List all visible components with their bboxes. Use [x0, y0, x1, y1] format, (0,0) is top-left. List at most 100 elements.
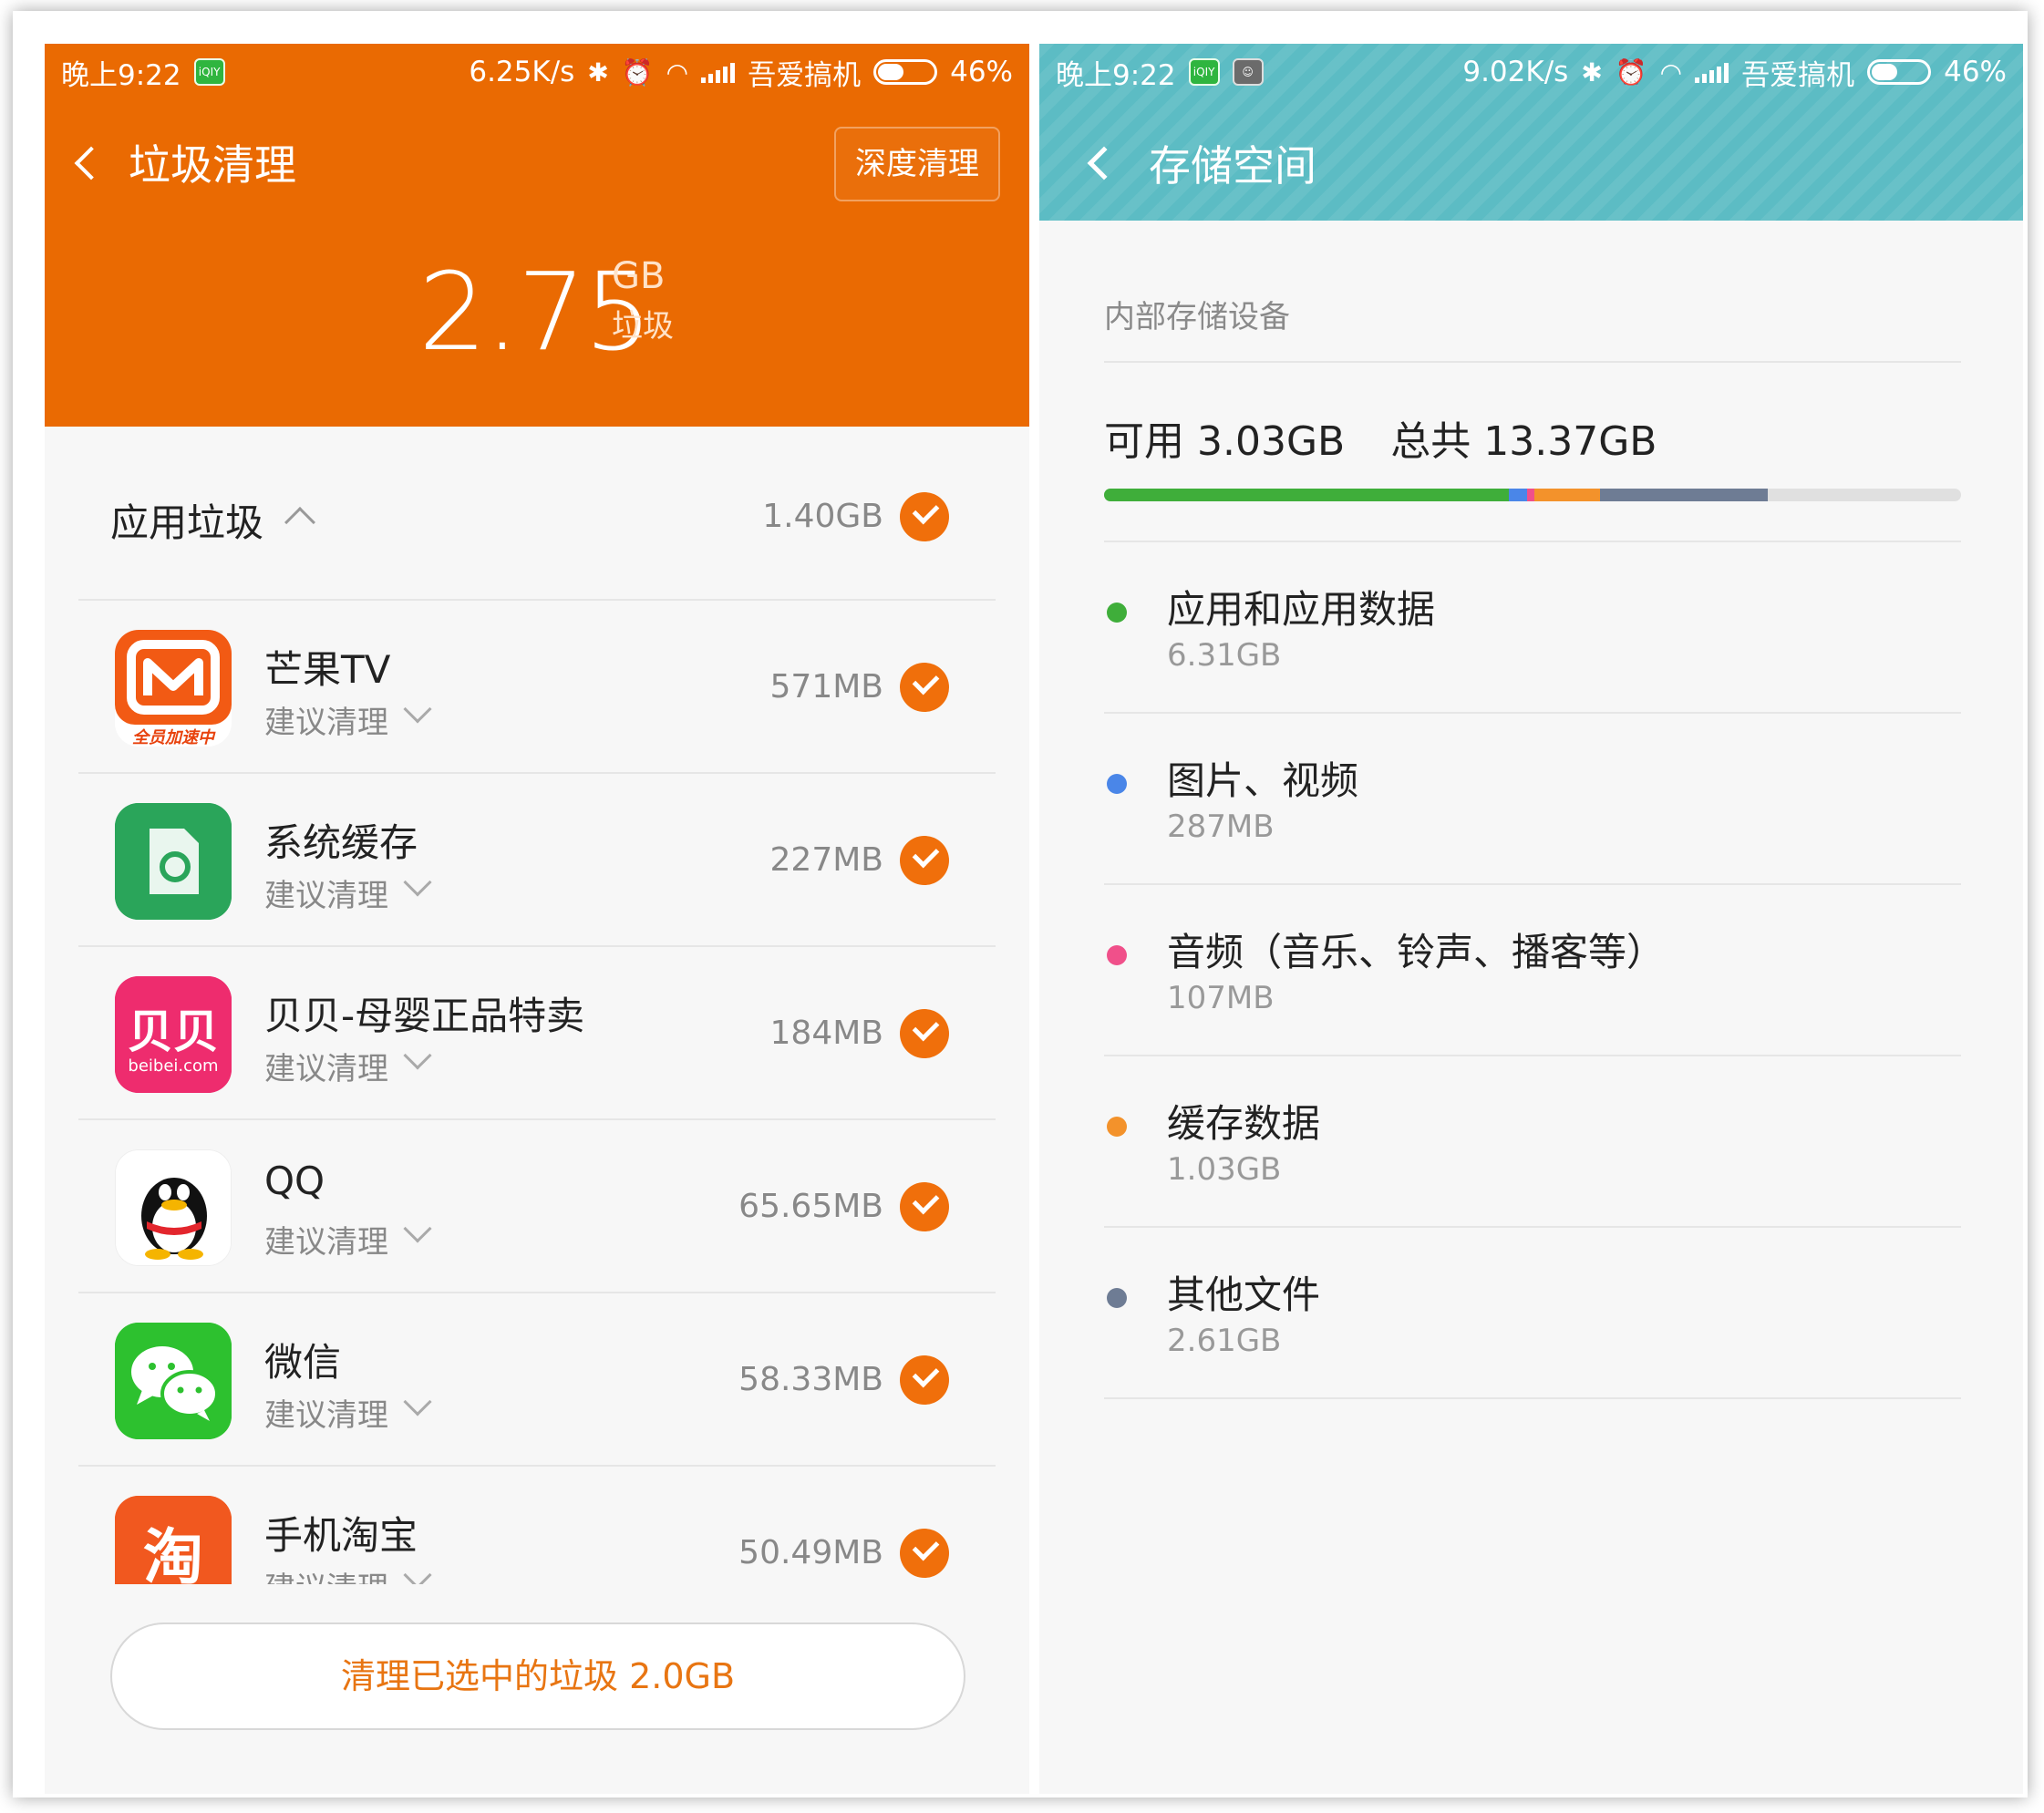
- status-time: 晚上9:22: [61, 58, 181, 92]
- category-size: 2.61GB: [1167, 1323, 1282, 1359]
- group-label: 应用垃圾: [110, 500, 264, 545]
- notification-app-icon: ☺: [1232, 58, 1264, 86]
- back-arrow-icon[interactable]: [1087, 146, 1121, 180]
- beibei-mark-text: 贝贝: [128, 1005, 219, 1058]
- back-arrow-icon[interactable]: [74, 146, 108, 180]
- network-speed: 6.25K/s: [469, 56, 575, 88]
- chevron-down-icon[interactable]: [403, 868, 432, 897]
- chevron-up-icon[interactable]: [284, 507, 315, 538]
- app-name: 手机淘宝: [264, 1513, 418, 1558]
- storage-category-item[interactable]: 图片、视频 287MB: [1039, 714, 2023, 885]
- section-label: 内部存储设备: [1104, 299, 1290, 335]
- network-speed: 9.02K/s: [1462, 56, 1569, 88]
- deep-clean-button[interactable]: 深度清理: [834, 127, 1000, 201]
- category-color-dot-icon: [1107, 1117, 1127, 1137]
- category-name: 音频（音乐、铃声、播客等）: [1167, 930, 1666, 974]
- page-title: 垃圾清理: [129, 140, 296, 190]
- checkbox-checked-icon[interactable]: [900, 1355, 949, 1405]
- chevron-down-icon[interactable]: [403, 1214, 432, 1243]
- battery-icon: [873, 59, 938, 85]
- category-size: 6.31GB: [1167, 637, 1282, 674]
- category-size: 287MB: [1167, 809, 1275, 845]
- carrier-name: 吾爱搞机: [1741, 58, 1855, 92]
- checkbox-checked-icon[interactable]: [900, 663, 949, 712]
- app-suggestion: 建议清理: [264, 705, 388, 741]
- chevron-down-icon[interactable]: [403, 1041, 432, 1070]
- app-name: 贝贝-母婴正品特卖: [264, 994, 585, 1038]
- storage-category-item[interactable]: 音频（音乐、铃声、播客等） 107MB: [1039, 885, 2023, 1056]
- checkbox-checked-icon[interactable]: [900, 1009, 949, 1058]
- usage-bar-segment: [1527, 489, 1534, 501]
- checkbox-checked-icon[interactable]: [900, 1529, 949, 1578]
- list-item[interactable]: 贝贝 beibei.com 贝贝-母婴正品特卖 建议清理 184MB: [45, 947, 1029, 1120]
- list-item[interactable]: 淘 手机淘宝 建议清理 50.49MB: [45, 1467, 1029, 1584]
- alarm-icon: ⏰: [621, 57, 654, 88]
- list-item[interactable]: 系统缓存 建议清理 227MB: [45, 774, 1029, 947]
- app-suggestion: 建议清理: [264, 878, 388, 914]
- status-bar: 晚上9:22 iQIY 6.25K/s ✱ ⏰ ◠ 吾爱搞机 46%: [45, 44, 1029, 100]
- storage-summary: 可用 3.03GB 总共 13.37GB: [1104, 408, 1657, 467]
- category-name: 缓存数据: [1167, 1101, 1321, 1146]
- chevron-down-icon[interactable]: [403, 1561, 432, 1584]
- bluetooth-icon: ✱: [1581, 57, 1603, 88]
- screenshot-frame: 晚上9:22 iQIY 6.25K/s ✱ ⏰ ◠ 吾爱搞机 46% 垃圾清理 …: [13, 11, 2028, 1798]
- app-suggestion: 建议清理: [264, 1397, 388, 1434]
- status-time: 晚上9:22: [1056, 58, 1176, 92]
- category-color-dot-icon: [1107, 945, 1127, 965]
- usage-bar-segment: [1600, 489, 1768, 501]
- category-color-dot-icon: [1107, 1288, 1127, 1308]
- wifi-icon: ◠: [1659, 57, 1683, 88]
- category-name: 应用和应用数据: [1167, 587, 1436, 632]
- app-suggestion: 建议清理: [264, 1224, 388, 1261]
- app-size: 227MB: [769, 841, 883, 879]
- junk-cleaner-screen: 晚上9:22 iQIY 6.25K/s ✱ ⏰ ◠ 吾爱搞机 46% 垃圾清理 …: [45, 44, 1029, 1794]
- total-storage: 总共 13.37GB: [1390, 418, 1657, 465]
- signal-icon: [701, 61, 736, 83]
- app-size: 571MB: [769, 668, 883, 706]
- group-size: 1.40GB: [762, 498, 883, 535]
- checkbox-checked-icon[interactable]: [900, 836, 949, 885]
- list-item[interactable]: 微信 建议清理 58.33MB: [45, 1293, 1029, 1467]
- storage-screen: 晚上9:22 iQIY ☺ 9.02K/s ✱ ⏰ ◠ 吾爱搞机 46% 存储空…: [1039, 44, 2023, 1794]
- group-checkbox-checked-icon[interactable]: [900, 492, 949, 541]
- app-suggestion: 建议清理: [264, 1051, 388, 1087]
- category-name: 其他文件: [1167, 1272, 1321, 1317]
- carrier-name: 吾爱搞机: [748, 58, 862, 92]
- taobao-char-text: 淘: [143, 1522, 203, 1584]
- signal-icon: [1695, 61, 1729, 83]
- chevron-down-icon[interactable]: [403, 695, 432, 724]
- usage-bar-segment: [1104, 489, 1509, 501]
- page-title: 存储空间: [1149, 141, 1316, 191]
- qq-icon: [115, 1149, 232, 1266]
- app-name: QQ: [264, 1159, 325, 1203]
- beibei-domain-text: beibei.com: [128, 1056, 218, 1076]
- mango-tag-text: 全员加速中: [132, 728, 216, 747]
- category-color-dot-icon: [1107, 603, 1127, 623]
- app-name: 系统缓存: [264, 820, 418, 865]
- storage-category-item[interactable]: 应用和应用数据 6.31GB: [1039, 542, 2023, 714]
- category-color-dot-icon: [1107, 774, 1127, 794]
- list-item[interactable]: QQ 建议清理 65.65MB: [45, 1120, 1029, 1293]
- app-name: 微信: [264, 1340, 342, 1385]
- status-bar: 晚上9:22 iQIY ☺ 9.02K/s ✱ ⏰ ◠ 吾爱搞机 46%: [1039, 44, 2023, 100]
- app-size: 184MB: [769, 1015, 883, 1052]
- iqiyi-notification-icon: iQIY: [193, 58, 225, 86]
- app-size: 65.65MB: [738, 1188, 883, 1225]
- storage-category-item[interactable]: 其他文件 2.61GB: [1039, 1228, 2023, 1399]
- clean-selected-button[interactable]: 清理已选中的垃圾 2.0GB: [110, 1622, 965, 1730]
- alarm-icon: ⏰: [1615, 57, 1647, 88]
- category-size: 107MB: [1167, 980, 1275, 1016]
- app-size: 58.33MB: [738, 1361, 883, 1398]
- app-size: 50.49MB: [738, 1534, 883, 1571]
- battery-percent: 46%: [1944, 56, 2007, 88]
- storage-usage-bar: [1104, 489, 1961, 501]
- junk-header: 晚上9:22 iQIY 6.25K/s ✱ ⏰ ◠ 吾爱搞机 46% 垃圾清理 …: [45, 44, 1029, 427]
- divider: [1104, 361, 1961, 363]
- list-item[interactable]: 全员加速中 芒果TV 建议清理 571MB: [45, 601, 1029, 774]
- mango-tv-icon: 全员加速中: [115, 630, 232, 747]
- chevron-down-icon[interactable]: [403, 1387, 432, 1416]
- battery-icon: [1867, 59, 1932, 85]
- checkbox-checked-icon[interactable]: [900, 1182, 949, 1231]
- app-junk-group-header[interactable]: 应用垃圾 1.40GB: [45, 427, 1029, 600]
- storage-category-item[interactable]: 缓存数据 1.03GB: [1039, 1056, 2023, 1228]
